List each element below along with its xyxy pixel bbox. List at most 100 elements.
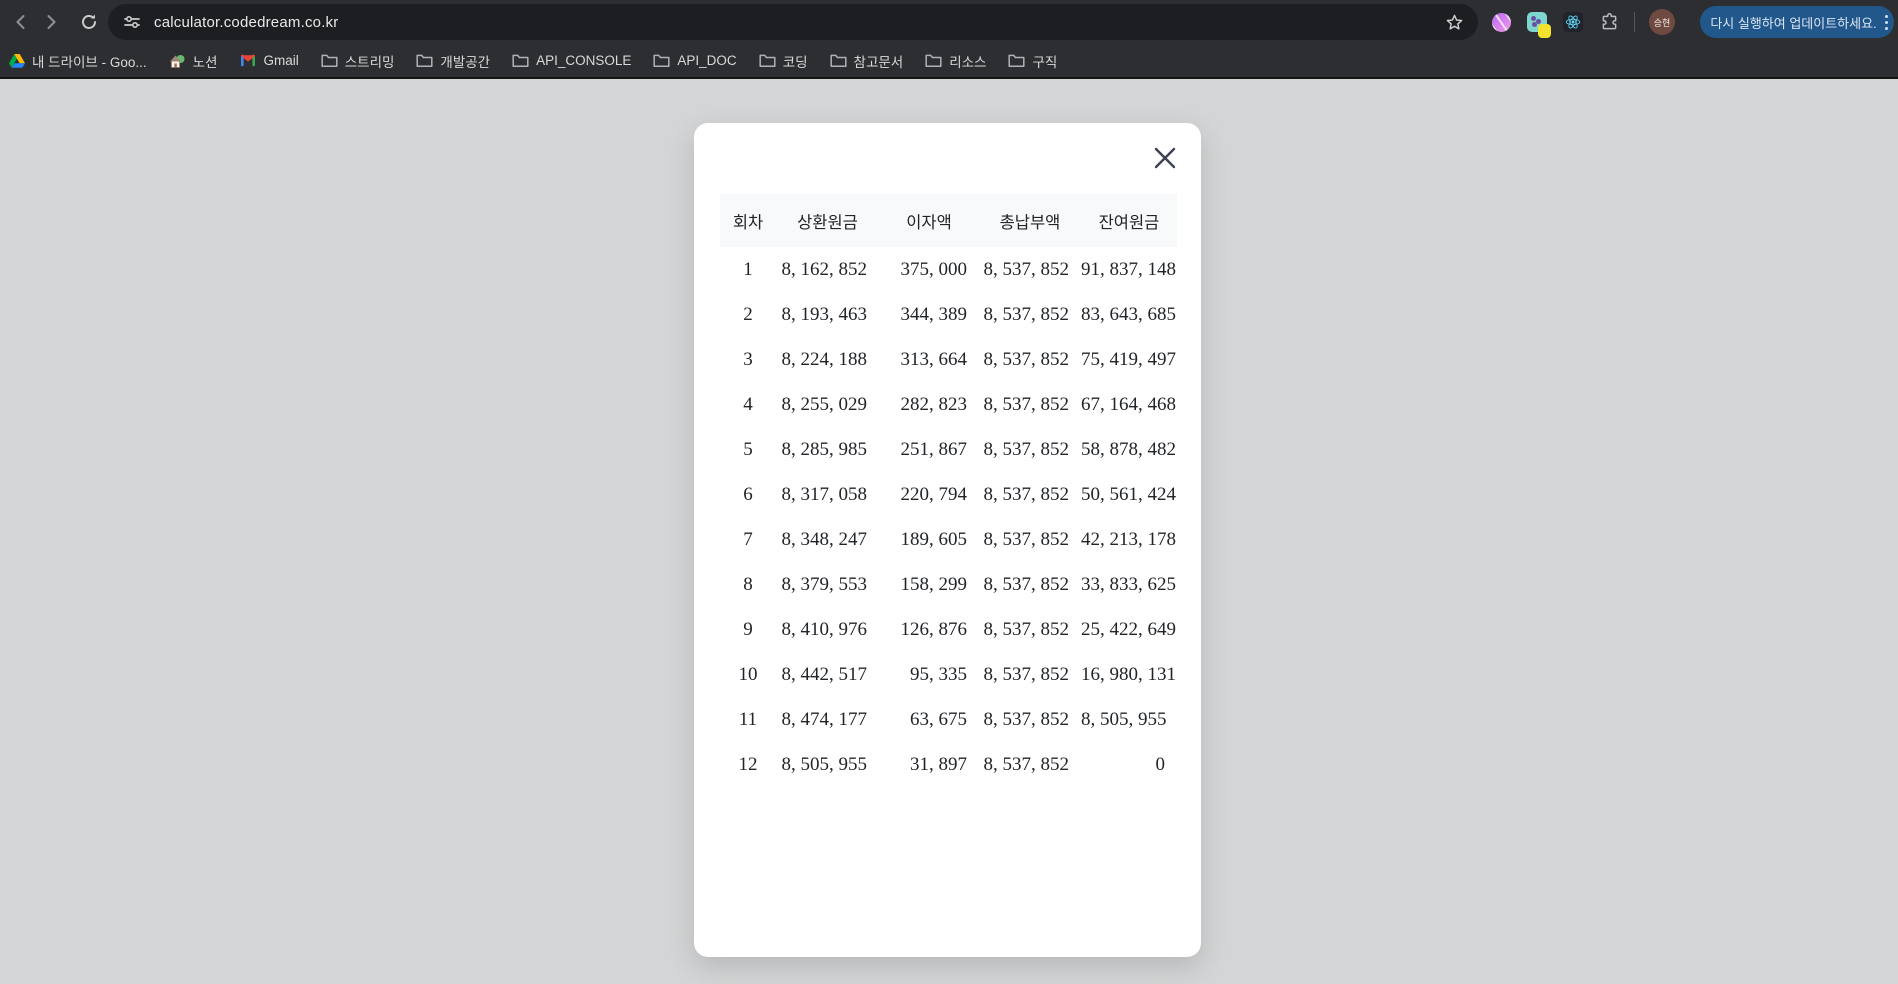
bookmark-item[interactable]: 개발공간 — [416, 51, 490, 71]
cell-principal: 8, 285, 985 — [781, 438, 868, 460]
cell-principal: 8, 162, 852 — [781, 258, 868, 280]
close-icon — [1152, 145, 1178, 174]
back-button[interactable] — [6, 7, 36, 37]
update-chrome-button[interactable]: 다시 실행하여 업데이트하세요. — [1700, 6, 1894, 38]
folder-icon — [416, 52, 433, 69]
bookmark-label: Gmail — [263, 53, 299, 68]
update-chrome-label: 다시 실행하여 업데이트하세요. — [1710, 15, 1877, 31]
cell-principal: 8, 193, 463 — [781, 303, 868, 325]
bookmark-item[interactable]: 스트리밍 — [321, 51, 394, 71]
cell-interest: 95, 335 — [910, 663, 967, 685]
forward-button[interactable] — [36, 7, 66, 37]
cell-principal: 8, 348, 247 — [781, 528, 868, 550]
google-drive-icon — [8, 52, 25, 69]
purple-extension-icon[interactable] — [1490, 11, 1512, 33]
cell-interest: 158, 299 — [900, 573, 968, 595]
grape-extension-icon[interactable] — [1526, 11, 1551, 38]
cell-total-payment: 8, 537, 852 — [983, 483, 1070, 505]
cell-installment: 10 — [738, 663, 758, 685]
cell-interest: 313, 664 — [900, 348, 968, 370]
cell-remaining-principal: 33, 833, 625 — [1081, 573, 1176, 595]
cell-principal: 8, 255, 029 — [781, 393, 868, 415]
cell-interest: 375, 000 — [900, 258, 968, 280]
cell-remaining-principal: 67, 164, 468 — [1081, 393, 1176, 415]
bookmark-star-icon[interactable] — [1442, 10, 1466, 34]
bookmark-item[interactable]: 참고문서 — [829, 51, 903, 71]
cell-principal: 8, 505, 955 — [781, 753, 868, 775]
cell-interest: 31, 897 — [910, 753, 967, 775]
react-devtools-icon[interactable] — [1562, 11, 1584, 33]
cell-total-payment: 8, 537, 852 — [983, 708, 1070, 730]
table-header-row: 회차 상환원금 이자액 총납부액 잔여원금 — [720, 194, 1177, 247]
cell-principal: 8, 379, 553 — [781, 573, 868, 595]
bookmark-item[interactable]: Gmail — [239, 52, 299, 69]
bookmark-item[interactable]: 내 드라이브 - Goo... — [8, 51, 147, 71]
cell-total-payment: 8, 537, 852 — [983, 618, 1070, 640]
extensions-puzzle-icon[interactable] — [1598, 11, 1620, 33]
cell-installment: 5 — [743, 438, 753, 460]
bookmark-item[interactable]: API_CONSOLE — [512, 52, 631, 69]
bookmark-item[interactable]: 구직 — [1008, 51, 1057, 71]
address-bar[interactable]: calculator.codedream.co.kr — [108, 4, 1478, 40]
cell-installment: 2 — [743, 303, 753, 325]
cell-total-payment: 8, 537, 852 — [983, 663, 1070, 685]
page-background: 회차 상환원금 이자액 총납부액 잔여원금 1 8, 162, 852 375,… — [0, 81, 1898, 984]
bookmark-item[interactable]: 코딩 — [759, 51, 808, 71]
cell-principal: 8, 224, 188 — [781, 348, 868, 370]
folder-icon — [1008, 52, 1026, 69]
amortization-modal: 회차 상환원금 이자액 총납부액 잔여원금 1 8, 162, 852 375,… — [694, 123, 1201, 957]
url-text[interactable]: calculator.codedream.co.kr — [154, 14, 338, 31]
folder-icon — [321, 52, 338, 69]
header-principal: 상환원금 — [776, 194, 879, 247]
table-row: 6 8, 317, 058 220, 794 8, 537, 852 50, 5… — [720, 472, 1177, 517]
bookmark-label: 개발공간 — [440, 54, 491, 70]
bookmark-item[interactable]: API_DOC — [653, 52, 737, 69]
cell-installment: 3 — [743, 348, 753, 370]
folder-icon — [925, 52, 942, 69]
cell-principal: 8, 474, 177 — [781, 708, 868, 730]
table-row: 1 8, 162, 852 375, 000 8, 537, 852 91, 8… — [720, 247, 1177, 292]
folder-icon — [829, 52, 847, 69]
cell-interest: 344, 389 — [900, 303, 968, 325]
cell-total-payment: 8, 537, 852 — [983, 393, 1070, 415]
browser-toolbar: calculator.codedream.co.kr 승현 다시 실행하여 업데… — [0, 0, 1898, 44]
table-row: 9 8, 410, 976 126, 876 8, 537, 852 25, 4… — [720, 607, 1177, 652]
header-interest: 이자액 — [879, 194, 979, 247]
cell-installment: 7 — [743, 528, 753, 550]
cell-total-payment: 8, 537, 852 — [983, 573, 1070, 595]
bookmark-item[interactable]: 노션 — [169, 51, 217, 71]
cell-remaining-principal: 25, 422, 649 — [1081, 618, 1176, 640]
cell-principal: 8, 410, 976 — [781, 618, 868, 640]
cell-installment: 12 — [738, 753, 758, 775]
cell-total-payment: 8, 537, 852 — [983, 528, 1070, 550]
folder-icon — [653, 52, 670, 69]
bookmark-label: 리소스 — [949, 54, 987, 70]
header-remaining-principal: 잔여원금 — [1081, 194, 1177, 247]
cell-installment: 8 — [743, 573, 753, 595]
table-row: 4 8, 255, 029 282, 823 8, 537, 852 67, 1… — [720, 382, 1177, 427]
table-row: 10 8, 442, 517 95, 335 8, 537, 852 16, 9… — [720, 652, 1177, 697]
profile-avatar[interactable]: 승현 — [1649, 9, 1675, 35]
cell-remaining-principal: 91, 837, 148 — [1081, 258, 1176, 280]
cell-remaining-principal: 83, 643, 685 — [1081, 303, 1176, 325]
bookmark-label: API_CONSOLE — [536, 53, 632, 68]
cell-remaining-principal: 16, 980, 131 — [1081, 663, 1176, 685]
folder-icon — [512, 52, 529, 69]
bookmark-label: 코딩 — [782, 54, 808, 70]
cell-interest: 251, 867 — [900, 438, 968, 460]
bookmark-item[interactable]: 리소스 — [925, 51, 986, 71]
cell-remaining-principal: 8, 505, 955 — [1081, 708, 1167, 730]
cell-remaining-principal: 58, 878, 482 — [1081, 438, 1176, 460]
cell-installment: 1 — [743, 258, 753, 280]
gmail-icon — [239, 52, 256, 69]
bookmark-label: 구직 — [1032, 54, 1058, 70]
refresh-button[interactable] — [74, 7, 104, 37]
table-body: 1 8, 162, 852 375, 000 8, 537, 852 91, 8… — [720, 247, 1177, 787]
folder-icon — [759, 52, 776, 69]
cell-interest: 126, 876 — [900, 618, 968, 640]
table-row: 8 8, 379, 553 158, 299 8, 537, 852 33, 8… — [720, 562, 1177, 607]
browser-menu-icon[interactable] — [1884, 14, 1888, 30]
refresh-icon — [79, 12, 99, 32]
close-button[interactable] — [1151, 145, 1179, 173]
site-info-icon[interactable] — [120, 10, 144, 34]
